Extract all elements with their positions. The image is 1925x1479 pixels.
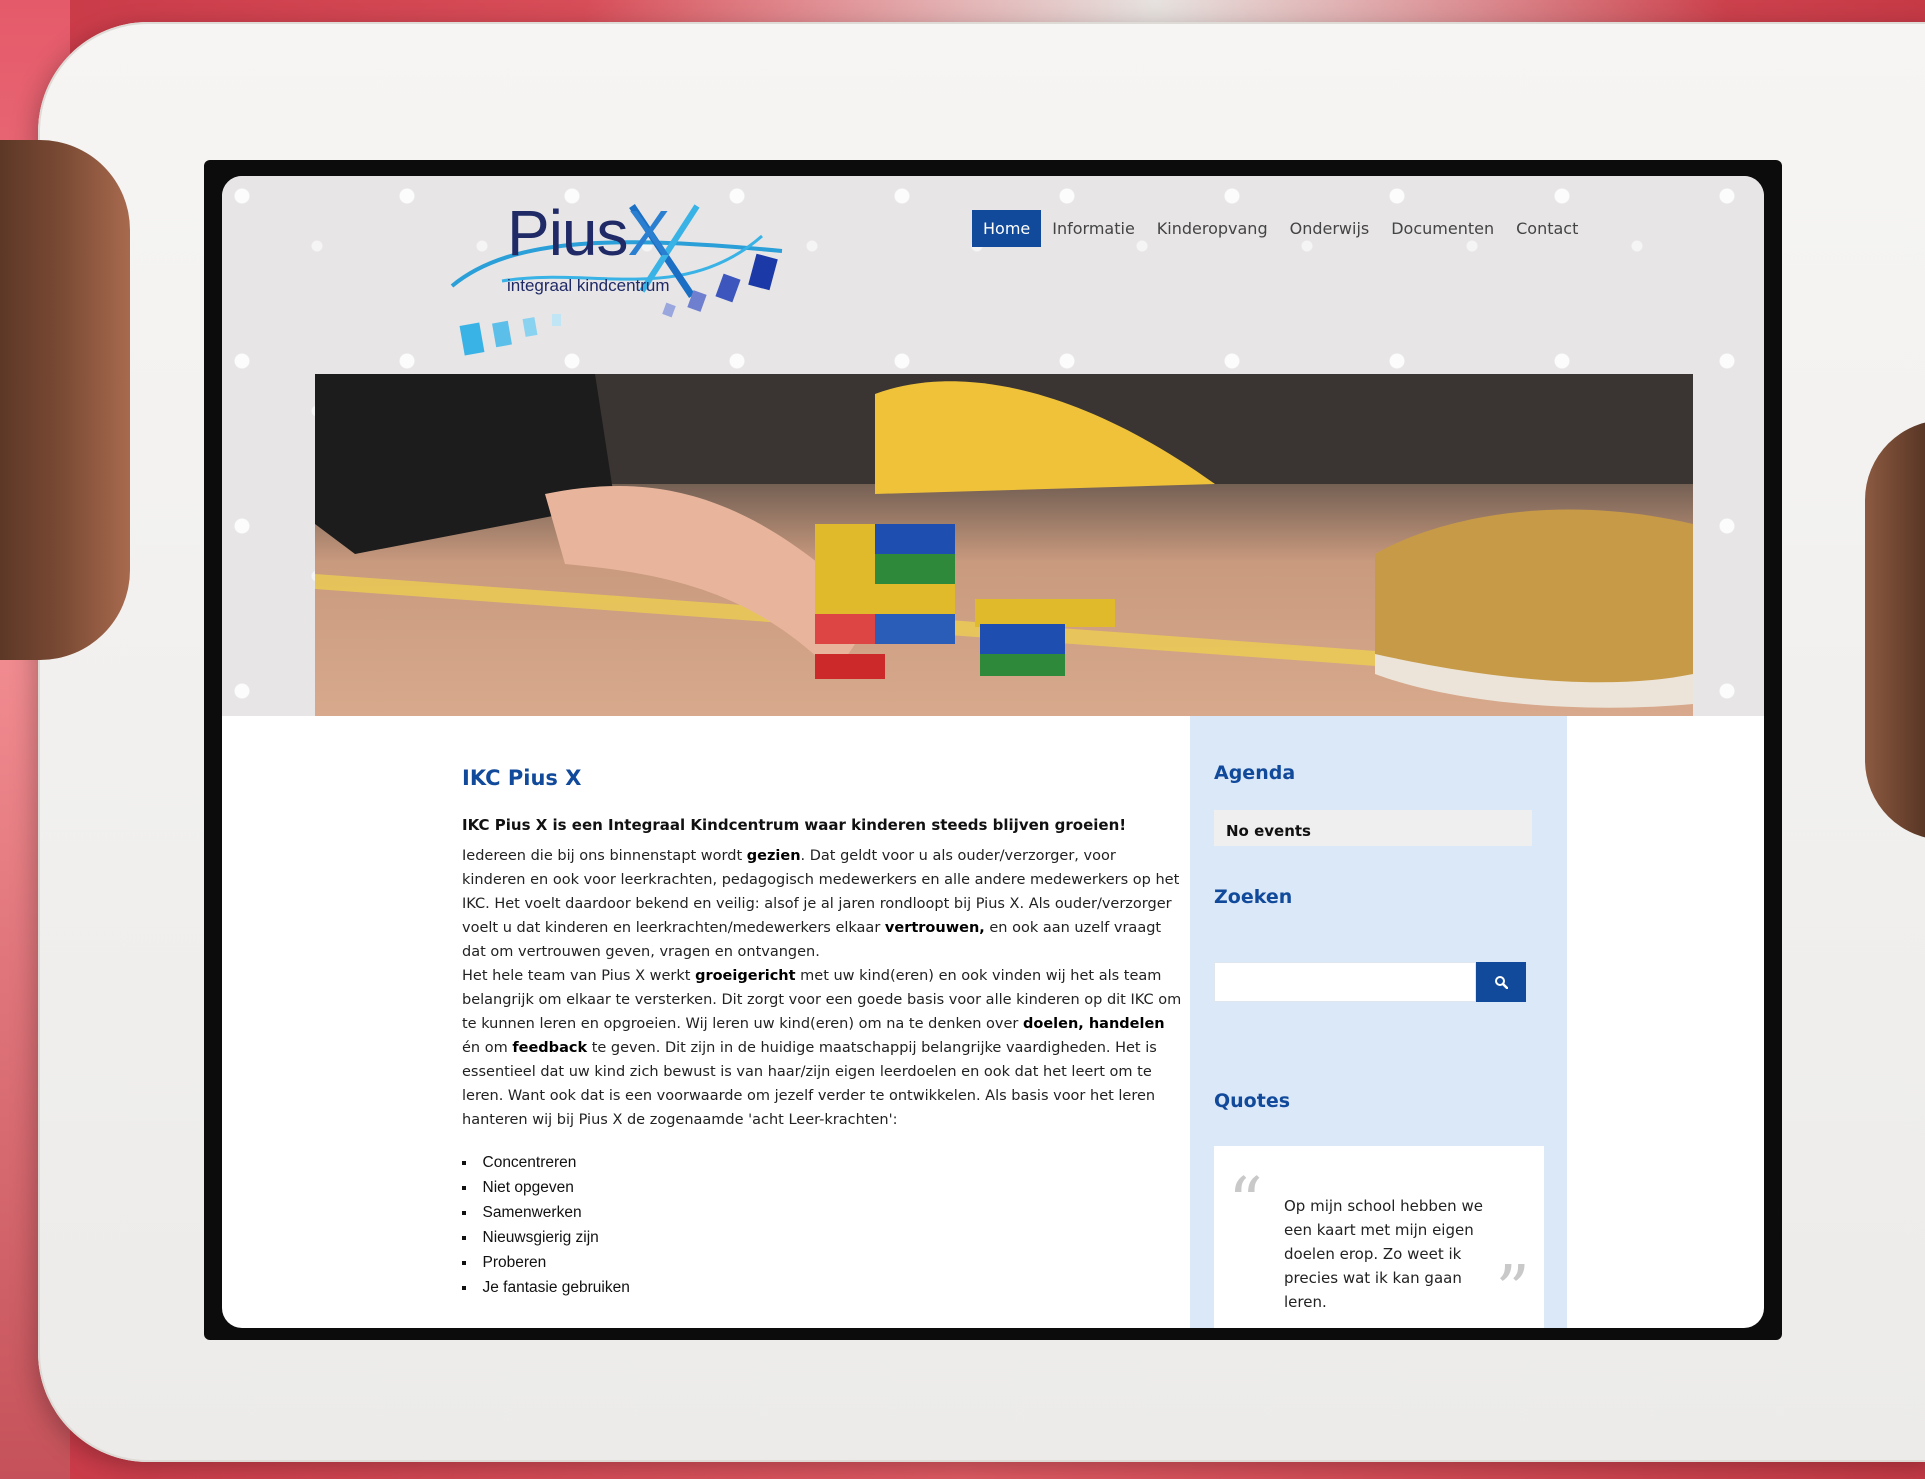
hero-image bbox=[315, 374, 1693, 716]
main-content: IKC Pius X IKC Pius X is een Integraal K… bbox=[462, 766, 1182, 1300]
list-item: Nieuwsgierig zijn bbox=[462, 1225, 1182, 1250]
nav-item-informatie[interactable]: Informatie bbox=[1041, 210, 1146, 247]
search-title: Zoeken bbox=[1214, 886, 1293, 908]
nav-item-onderwijs[interactable]: Onderwijs bbox=[1279, 210, 1381, 247]
page-title: IKC Pius X bbox=[462, 766, 582, 790]
nav-item-kinderopvang[interactable]: Kinderopvang bbox=[1146, 210, 1279, 247]
intro-paragraph-2: Het hele team van Pius X werkt groeigeri… bbox=[462, 968, 1182, 1128]
list-item: Niet opgeven bbox=[462, 1175, 1182, 1200]
quote-card: “ Op mijn school hebben we een kaart met… bbox=[1214, 1146, 1544, 1328]
main-nav: Home Informatie Kinderopvang Onderwijs D… bbox=[972, 208, 1589, 248]
browser-screen: PiusX integraal kindcentrum Home Informa… bbox=[222, 176, 1764, 1328]
list-item: Concentreren bbox=[462, 1150, 1182, 1175]
quote-text: Op mijn school hebben we een kaart met m… bbox=[1284, 1197, 1483, 1311]
search-icon bbox=[1495, 976, 1508, 989]
list-item: Je fantasie gebruiken bbox=[462, 1275, 1182, 1300]
nav-item-documenten[interactable]: Documenten bbox=[1380, 210, 1505, 247]
list-item: Samenwerken bbox=[462, 1200, 1182, 1225]
quote-open-icon: “ bbox=[1228, 1164, 1263, 1243]
site-logo[interactable]: PiusX integraal kindcentrum bbox=[442, 196, 802, 356]
sidebar: Agenda No events Zoeken Quotes “ Op mijn… bbox=[1190, 716, 1567, 1328]
site-header: PiusX integraal kindcentrum Home Informa… bbox=[222, 176, 1764, 716]
hero-lego-photo bbox=[315, 374, 1693, 708]
nav-item-home[interactable]: Home bbox=[972, 209, 1042, 247]
list-item: Proberen bbox=[462, 1250, 1182, 1275]
intro-lead: IKC Pius X is een Integraal Kindcentrum … bbox=[462, 816, 1127, 834]
intro-paragraph-1: Iedereen die bij ons binnenstapt wordt g… bbox=[462, 848, 1180, 960]
search-button[interactable] bbox=[1476, 962, 1526, 1002]
search-input[interactable] bbox=[1214, 962, 1476, 1002]
agenda-title: Agenda bbox=[1214, 762, 1296, 784]
logo-subtitle: integraal kindcentrum bbox=[507, 276, 670, 295]
nav-item-contact[interactable]: Contact bbox=[1505, 210, 1589, 247]
leer-krachten-list: Concentreren Niet opgeven Samenwerken Ni… bbox=[462, 1150, 1182, 1300]
quotes-title: Quotes bbox=[1214, 1090, 1291, 1112]
quote-close-icon: ” bbox=[1495, 1252, 1530, 1328]
agenda-events: No events bbox=[1214, 810, 1532, 846]
left-hand bbox=[0, 140, 130, 660]
logo-wordmark: PiusX bbox=[507, 197, 670, 269]
right-hand bbox=[1865, 420, 1925, 840]
